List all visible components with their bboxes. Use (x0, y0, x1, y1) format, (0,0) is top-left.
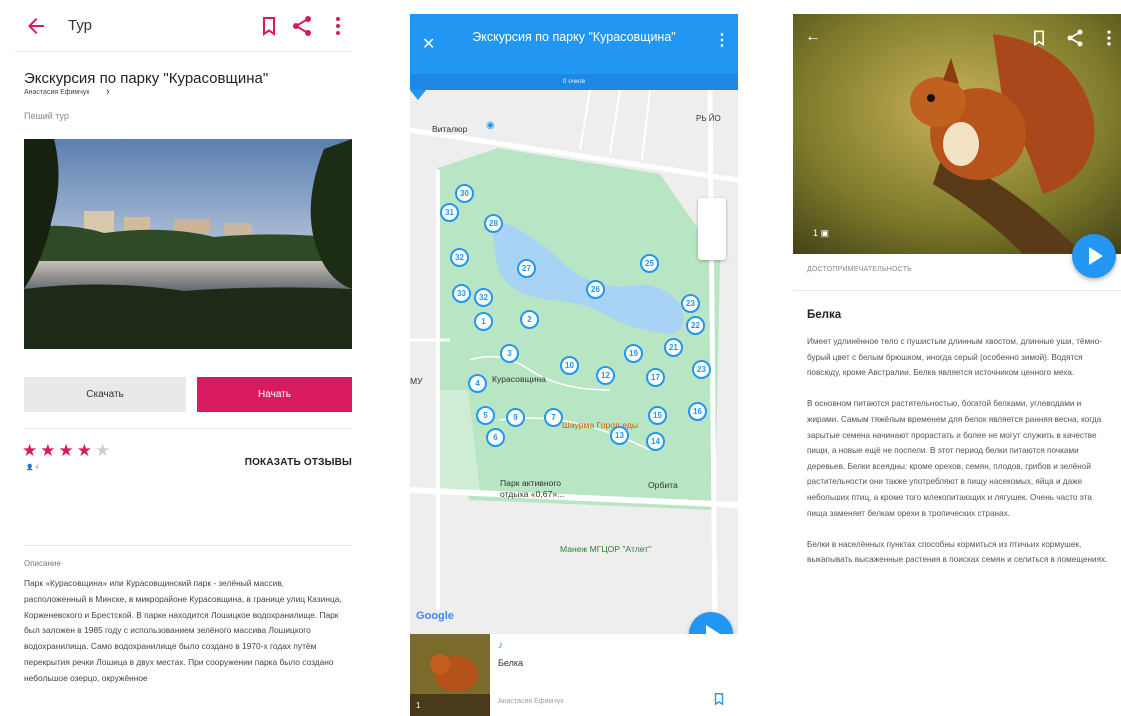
star-icon: ★ (76, 441, 92, 460)
description-text: Парк «Курасовщина» или Курасовщинский па… (24, 578, 342, 683)
more-vert-icon[interactable]: ⋮ (714, 30, 730, 50)
tour-stop-pin[interactable]: 4 (468, 374, 487, 393)
tour-screen: Тур Экскурсия по парку "Курасовщина" Ана… (14, 0, 352, 716)
app-bar: Тур (14, 0, 352, 52)
poi-name: Белка (807, 309, 842, 321)
poi-category: ДОСТОПРИМЕЧАТЕЛЬНОСТЬ (807, 266, 912, 273)
tour-stop-pin[interactable]: 28 (484, 214, 503, 233)
poi-photo (793, 14, 1121, 254)
points-counter: 0 очков (410, 74, 738, 90)
more-vert-icon[interactable] (326, 14, 350, 38)
close-icon[interactable]: ✕ (422, 34, 435, 54)
tour-stop-pin[interactable]: 7 (544, 408, 563, 427)
download-button[interactable]: Скачать (24, 377, 186, 412)
tour-stop-pin[interactable]: 23 (692, 360, 711, 379)
tour-stop-pin[interactable]: 6 (486, 428, 505, 447)
map-label: РЬ ЙО (696, 114, 721, 123)
star-icon: ★ (40, 441, 56, 460)
rating-stars: ★ ★ ★ ★ ★ (22, 441, 113, 461)
tour-stop-pin[interactable]: 17 (646, 368, 665, 387)
tour-stop-pin[interactable]: 5 (476, 406, 495, 425)
map-label: Орбита (648, 480, 678, 490)
bookmark-icon[interactable] (257, 14, 281, 38)
photo-count: 1 ▣ (813, 228, 830, 238)
tour-stop-pin[interactable]: 23 (681, 294, 700, 313)
poi-name: Белка (498, 658, 524, 668)
arrow-back-icon[interactable]: ← (805, 28, 821, 46)
tour-author[interactable]: Анастасия Ефимчук (24, 89, 89, 96)
map-poi-icon: ◉ (486, 120, 495, 131)
chevron-right-icon[interactable]: › (106, 86, 110, 98)
poi-detail-screen: ← 1 ▣ ДОСТОПРИМЕЧАТЕЛЬНОСТЬ Белка Имеет … (793, 14, 1121, 716)
map-label: МУ (410, 376, 423, 386)
description-paragraph: Имеет удлинённое тело с пушистым длинным… (807, 337, 1102, 378)
tour-stop-pin[interactable]: 33 (452, 284, 471, 303)
tour-stop-pin[interactable]: 14 (646, 432, 665, 451)
tour-stop-pin[interactable]: 25 (640, 254, 659, 273)
description-paragraph: Белки в населённых пунктах способны корм… (807, 539, 1108, 565)
divider (24, 545, 352, 546)
tour-stop-pin[interactable]: 32 (450, 248, 469, 267)
more-vert-icon[interactable] (1099, 28, 1119, 48)
divider (793, 290, 1121, 291)
tour-stop-pin[interactable]: 27 (517, 259, 536, 278)
rating-count: 👤 4 (26, 465, 39, 471)
share-icon[interactable] (290, 14, 314, 38)
map-screen: ✕ Экскурсия по парку "Курасовщина" ⋮ 0 о… (410, 14, 738, 716)
tour-stop-pin[interactable]: 19 (624, 344, 643, 363)
start-button[interactable]: Начать (197, 377, 352, 412)
tour-stop-pin[interactable]: 12 (596, 366, 615, 385)
tour-title: Экскурсия по парку "Курасовщина" (24, 70, 269, 87)
tour-stop-pin[interactable]: 3 (500, 344, 519, 363)
tour-stop-pin[interactable]: 16 (688, 402, 707, 421)
tour-stop-pin[interactable]: 31 (440, 203, 459, 222)
audio-note-icon: ♪ (498, 640, 503, 651)
photo-count: 1 (416, 701, 421, 710)
tour-stop-pin[interactable]: 15 (648, 406, 667, 425)
tour-stop-pin[interactable]: 32 (474, 288, 493, 307)
tour-stop-pin[interactable]: 10 (560, 356, 579, 375)
tour-stop-pin[interactable]: 22 (686, 316, 705, 335)
bookmark-icon[interactable] (712, 692, 726, 706)
description-heading: Описание (24, 559, 61, 568)
map-header: ✕ Экскурсия по парку "Курасовщина" ⋮ (410, 14, 738, 74)
bookmark-icon[interactable] (1029, 28, 1049, 48)
play-icon (1089, 247, 1103, 265)
map-zoom-control[interactable] (698, 198, 726, 260)
poi-author: Анастасия Ефимчук (498, 698, 564, 705)
tour-stop-pin[interactable]: 13 (610, 426, 629, 445)
tour-type: Пеший тур (24, 111, 69, 121)
share-icon[interactable] (1065, 28, 1085, 48)
description-paragraph: В основном питаются растительностью, бог… (807, 399, 1102, 518)
tour-title: Экскурсия по парку "Курасовщина" (472, 30, 676, 44)
map-label: Виталюр (432, 124, 468, 134)
poi-preview-card[interactable]: 1 ♪ Белка Анастасия Ефимчук (410, 634, 738, 716)
map-label: Курасовщина (492, 374, 546, 384)
tour-stop-pin[interactable]: 21 (664, 338, 683, 357)
tour-stop-pin[interactable]: 1 (474, 312, 493, 331)
star-icon: ★ (58, 441, 74, 460)
tour-cover-image (24, 139, 352, 349)
tour-stop-pin[interactable]: 2 (520, 310, 539, 329)
divider (24, 428, 352, 429)
poi-thumbnail (410, 634, 490, 716)
poi-description: Имеет удлинённое тело с пушистым длинным… (807, 334, 1109, 584)
tour-stop-pin[interactable]: 30 (455, 184, 474, 203)
play-button[interactable] (1072, 234, 1116, 278)
tour-stop-pin[interactable]: 9 (506, 408, 525, 427)
tour-stop-pin[interactable]: 26 (586, 280, 605, 299)
map-view[interactable]: Виталюр ◉ МУ Курасовщина Шаурма Город ед… (410, 90, 738, 634)
map-label: Манеж МГЦОР "Атлет" (560, 544, 652, 554)
google-logo: Google (416, 610, 454, 622)
star-icon: ★ (22, 441, 38, 460)
show-reviews-button[interactable]: ПОКАЗАТЬ ОТЗЫВЫ (245, 457, 352, 468)
arrow-back-icon[interactable] (24, 14, 48, 38)
star-icon: ★ (95, 441, 111, 460)
page-title: Тур (68, 17, 92, 34)
map-label: Парк активного отдыха «0,67»... (500, 478, 565, 499)
